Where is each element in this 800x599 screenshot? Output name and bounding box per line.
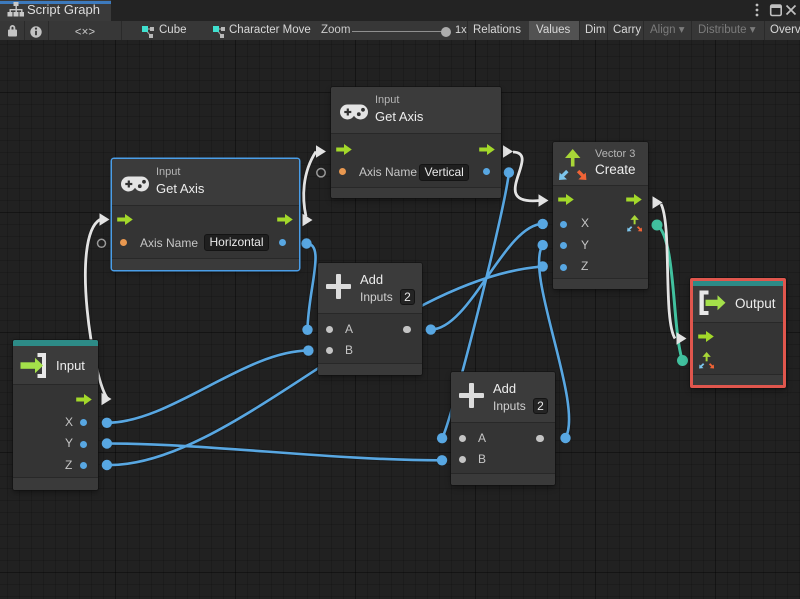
svg-text:<×>: <×>	[75, 27, 95, 39]
